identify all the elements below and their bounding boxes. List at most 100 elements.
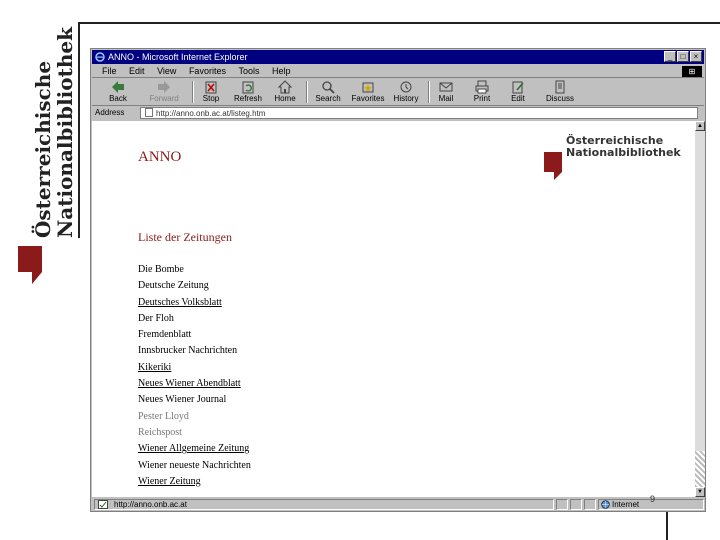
library-logo-mark-icon xyxy=(544,152,562,180)
vertical-scrollbar[interactable]: ▲ ▼ xyxy=(695,121,705,497)
toolbar-separator xyxy=(192,81,194,103)
favorites-label: Favorites xyxy=(351,94,385,103)
home-label: Home xyxy=(274,94,296,103)
menu-favorites[interactable]: Favorites xyxy=(189,66,226,76)
newspaper-item: Der Floh xyxy=(138,312,174,324)
page-logo-line2: Nationalbibliothek xyxy=(566,146,681,159)
status-cell xyxy=(584,499,596,510)
print-label: Print xyxy=(473,94,491,103)
menu-edit[interactable]: Edit xyxy=(129,66,145,76)
forward-button[interactable]: Forward xyxy=(142,79,186,105)
status-cell xyxy=(570,499,582,510)
windows-logo-icon: ⊞ xyxy=(682,66,702,77)
print-button[interactable]: Print xyxy=(468,79,496,105)
edit-icon xyxy=(512,81,524,94)
newspaper-item: Fremdenblatt xyxy=(138,329,192,341)
scroll-down-icon[interactable]: ▼ xyxy=(695,487,705,497)
newspaper-list-heading: Liste der Zeitungen xyxy=(138,230,232,244)
back-arrow-icon xyxy=(112,81,124,93)
discuss-icon xyxy=(555,80,565,94)
newspaper-item: Reichspost xyxy=(138,426,182,438)
browser-window: ANNO - Microsoft Internet Explorer _ □ ×… xyxy=(90,48,706,512)
menu-help[interactable]: Help xyxy=(272,66,291,76)
search-icon xyxy=(322,81,335,94)
refresh-label: Refresh xyxy=(233,94,262,103)
address-label: Address xyxy=(95,108,125,117)
maximize-button[interactable]: □ xyxy=(677,51,689,62)
toolbar-separator xyxy=(306,81,308,103)
close-button[interactable]: × xyxy=(690,51,702,62)
back-label: Back xyxy=(109,94,127,103)
edit-button[interactable]: Edit xyxy=(504,79,532,105)
newspaper-item: Die Bombe xyxy=(138,264,184,275)
mail-button[interactable]: Mail xyxy=(432,79,460,105)
forward-label: Forward xyxy=(149,94,179,103)
menu-tools[interactable]: Tools xyxy=(238,66,259,76)
menu-view[interactable]: View xyxy=(157,66,176,76)
history-icon xyxy=(400,81,412,93)
refresh-button[interactable]: Refresh xyxy=(230,79,266,105)
newspaper-list: Die Bombe Deutsche Zeitung Deutsches Volks… xyxy=(138,263,251,491)
back-button[interactable]: Back xyxy=(98,79,138,105)
discuss-button[interactable]: Discuss xyxy=(540,79,580,105)
stop-icon xyxy=(205,81,217,94)
home-button[interactable]: Home xyxy=(270,79,300,105)
page-brand-title: ANNO xyxy=(138,149,182,165)
status-bar: http://anno.onb.ac.at Internet xyxy=(92,498,704,511)
internet-zone-icon xyxy=(601,500,610,509)
toolbar-separator xyxy=(428,81,430,103)
top-rule xyxy=(80,22,720,24)
search-label: Search xyxy=(315,94,341,103)
page-done-icon xyxy=(98,500,108,509)
left-rule xyxy=(78,22,80,238)
zone-text: Internet xyxy=(612,500,640,509)
scroll-up-icon[interactable]: ▲ xyxy=(695,121,705,131)
discuss-label: Discuss xyxy=(545,94,574,103)
print-icon xyxy=(475,80,489,94)
page-viewport: ANNO Österreichische Nationalbibliothek … xyxy=(92,121,695,497)
address-bar: Address http://anno.onb.ac.at/listeg.htm xyxy=(92,106,704,120)
history-label: History xyxy=(393,94,419,103)
title-bar[interactable]: ANNO - Microsoft Internet Explorer _ □ × xyxy=(92,50,704,64)
address-value: http://anno.onb.ac.at/listeg.htm xyxy=(156,109,266,118)
newspaper-item[interactable]: Kikeriki xyxy=(138,361,251,377)
newspaper-item: Pester Lloyd xyxy=(138,410,189,422)
newspaper-item: Wiener neueste Nachrichten xyxy=(138,459,251,471)
home-icon xyxy=(278,80,292,94)
ie-icon xyxy=(95,52,105,62)
side-logo-line2: Nationalbibliothek xyxy=(53,27,77,238)
newspaper-item[interactable]: Wiener Allgemeine Zeitung xyxy=(138,442,251,458)
page-icon xyxy=(145,108,153,117)
newspaper-item: Innsbrucker Nachrichten xyxy=(138,345,238,357)
newspaper-item: Deutsche Zeitung xyxy=(138,280,209,292)
address-input[interactable]: http://anno.onb.ac.at/listeg.htm xyxy=(140,107,698,119)
stop-button[interactable]: Stop xyxy=(196,79,226,105)
stop-label: Stop xyxy=(202,94,220,103)
favorites-icon xyxy=(362,82,374,93)
menu-file[interactable]: File xyxy=(102,66,117,76)
newspaper-item[interactable]: Wiener Zeitung xyxy=(138,475,251,491)
history-button[interactable]: History xyxy=(390,79,422,105)
status-cell xyxy=(556,499,568,510)
minimize-button[interactable]: _ xyxy=(664,51,676,62)
status-text: http://anno.onb.ac.at xyxy=(114,500,187,509)
library-logo-mark-icon xyxy=(18,246,42,284)
bottom-rule xyxy=(666,512,668,540)
slide-number: 9 xyxy=(650,494,656,504)
forward-arrow-icon xyxy=(158,81,170,93)
toolbar: Back Forward Stop Refresh Home Search Fa… xyxy=(92,79,704,106)
side-logo-line1: Österreichische xyxy=(31,60,55,238)
window-title: ANNO - Microsoft Internet Explorer xyxy=(108,52,248,62)
side-logo-text: Österreichische Nationalbibliothek xyxy=(31,27,77,238)
refresh-icon xyxy=(242,81,254,94)
scroll-thumb[interactable] xyxy=(695,451,705,487)
newspaper-item: Neues Wiener Journal xyxy=(138,394,227,406)
newspaper-item[interactable]: Deutsches Volksblatt xyxy=(138,296,251,312)
menu-bar: File Edit View Favorites Tools Help ⊞ xyxy=(92,65,704,78)
mail-icon xyxy=(439,82,453,92)
search-button[interactable]: Search xyxy=(310,79,346,105)
newspaper-item[interactable]: Neues Wiener Abendblatt xyxy=(138,377,251,393)
mail-label: Mail xyxy=(438,94,454,103)
favorites-button[interactable]: Favorites xyxy=(348,79,388,105)
page-library-logo: Österreichische Nationalbibliothek xyxy=(544,135,694,185)
